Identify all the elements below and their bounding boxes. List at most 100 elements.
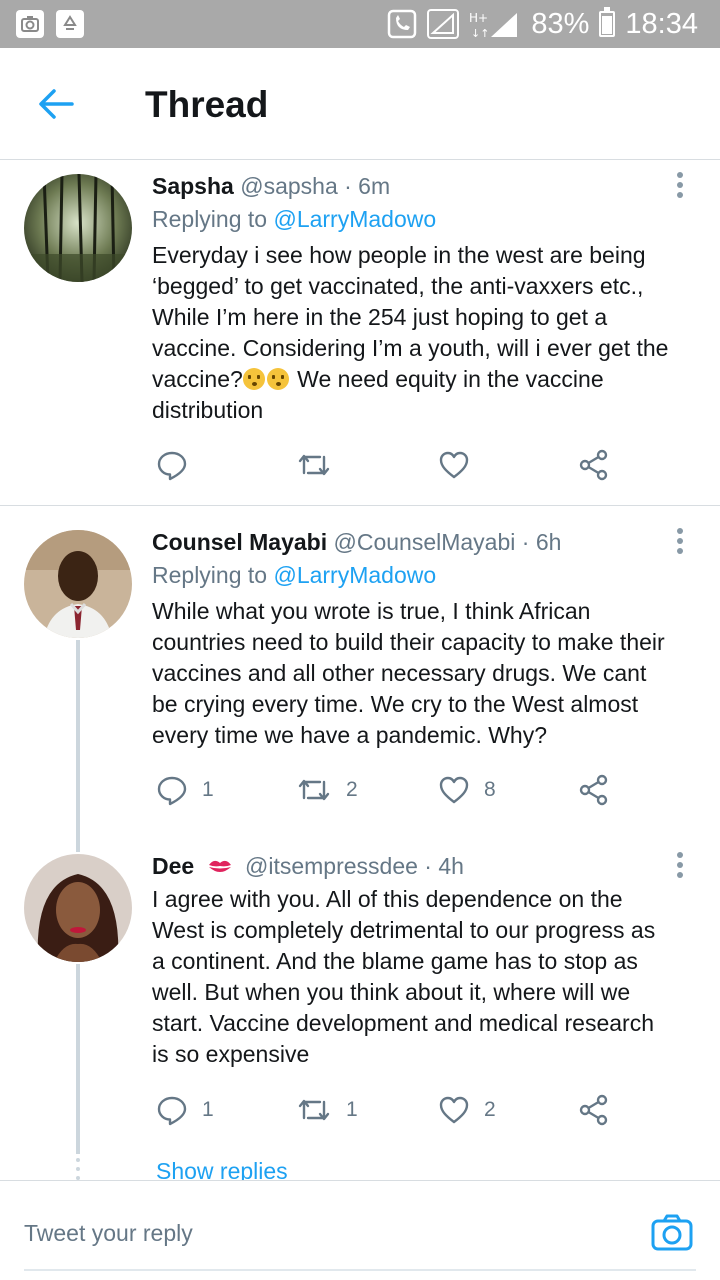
avatar[interactable]	[24, 854, 132, 962]
retweet-button[interactable]: 1	[296, 1090, 358, 1130]
avatar[interactable]	[24, 174, 132, 282]
author-handle[interactable]: @itsempressdee	[245, 853, 418, 879]
retweet-icon	[298, 454, 330, 476]
tweet-actions: 1 1 2	[152, 1090, 632, 1130]
share-icon	[579, 774, 608, 806]
battery-percent: 83%	[531, 7, 590, 40]
tweet-time: · 6h	[521, 529, 562, 555]
reply-button[interactable]: 1	[156, 1090, 214, 1130]
author-handle[interactable]: @CounselMayabi	[334, 529, 516, 555]
kiss-mark-icon	[208, 860, 231, 872]
retweet-icon	[298, 779, 330, 801]
comment-icon	[157, 451, 187, 481]
tweet-text: Everyday i see how people in the west ar…	[152, 240, 702, 426]
reply-button[interactable]	[156, 445, 202, 485]
thread-header: Thread	[0, 48, 720, 160]
replying-to: Replying to @LarryMadowo	[152, 562, 436, 589]
reply-composer	[0, 1180, 720, 1280]
text-fragment: vaccine?	[152, 366, 243, 392]
avatar[interactable]	[24, 530, 132, 638]
hushed-face-emoji-icon	[266, 368, 289, 390]
text-line: be crying every time. We cry to the West…	[152, 691, 639, 717]
share-icon	[579, 1094, 608, 1126]
text-line: While I’m here in the 254 just hoping to…	[152, 304, 608, 330]
tweet-time: · 4h	[424, 853, 464, 879]
tweet[interactable]: Counsel Mayabi @CounselMayabi · 6h Reply…	[0, 516, 720, 836]
like-button[interactable]: 8	[438, 770, 496, 810]
text-fragment: We need equity in the vaccine	[290, 366, 604, 392]
battery-icon	[599, 7, 616, 37]
tweet-actions: 1 2 8	[152, 770, 632, 810]
text-line: vaccine? We need equity in the vaccine	[152, 364, 702, 395]
status-right: H+ ↓↑ 83% 18:34	[387, 6, 698, 42]
text-line: vaccine. Considering I’m a youth, will i…	[152, 335, 669, 361]
text-line: well. But when you think about it, where…	[152, 979, 631, 1005]
retweet-button[interactable]	[296, 445, 346, 485]
tweet-text: I agree with you. All of this dependence…	[152, 884, 702, 1070]
arrow-left-icon	[39, 89, 74, 119]
reply-count: 1	[202, 1098, 214, 1121]
mention-link[interactable]: @LarryMadowo	[273, 206, 436, 232]
author-handle[interactable]: @sapsha	[240, 173, 338, 199]
notification-icons	[16, 10, 84, 38]
like-count: 2	[484, 1098, 496, 1121]
reply-count: 1	[202, 778, 214, 801]
text-line: every time we have a pandemic. Why?	[152, 722, 548, 748]
clock: 18:34	[625, 7, 698, 40]
author-name[interactable]: Sapsha	[152, 173, 234, 199]
replying-label: Replying to	[152, 206, 268, 232]
recycle-notification-icon	[56, 10, 84, 38]
reply-button[interactable]: 1	[156, 770, 214, 810]
retweet-icon	[298, 1099, 330, 1121]
tweet-header: Counsel Mayabi @CounselMayabi · 6h	[152, 529, 660, 556]
like-button[interactable]: 2	[438, 1090, 496, 1130]
text-line: distribution	[152, 397, 264, 423]
text-line: start. Vaccine development and medical r…	[152, 1010, 655, 1036]
text-line: ‘begged’ to get vaccinated, the anti-vax…	[152, 273, 644, 299]
author-name[interactable]: Dee	[152, 853, 194, 879]
more-options-button[interactable]	[676, 172, 684, 200]
status-bar: H+ ↓↑ 83% 18:34	[0, 0, 720, 48]
replying-label: Replying to	[152, 562, 268, 588]
comment-icon	[157, 776, 187, 806]
like-button[interactable]	[438, 445, 484, 485]
tweet-header: Dee @itsempressdee · 4h	[152, 853, 660, 880]
tweet-text: While what you wrote is true, I think Af…	[152, 596, 702, 751]
camera-icon	[651, 1214, 693, 1251]
retweet-count: 1	[346, 1098, 358, 1121]
share-button[interactable]	[578, 770, 610, 810]
camera-button[interactable]	[650, 1211, 694, 1255]
camera-notification-icon	[16, 10, 44, 38]
retweet-button[interactable]: 2	[296, 770, 358, 810]
comment-icon	[157, 1096, 187, 1126]
text-line: countries need to build their capacity t…	[152, 629, 665, 655]
author-name[interactable]: Counsel Mayabi	[152, 529, 327, 555]
back-button[interactable]	[34, 82, 78, 126]
text-line: West is completely detrimental to our pr…	[152, 917, 656, 943]
more-options-button[interactable]	[676, 852, 684, 880]
signal-1-icon	[427, 9, 460, 39]
text-line: Everyday i see how people in the west ar…	[152, 242, 646, 268]
replying-to: Replying to @LarryMadowo	[152, 206, 436, 233]
text-line: vaccines and all other necessary drugs. …	[152, 660, 647, 686]
text-line: is so expensive	[152, 1041, 310, 1067]
tweet-actions	[152, 445, 632, 485]
hplus-signal-icon: H+ ↓↑	[469, 11, 518, 39]
text-line: I agree with you. All of this dependence…	[152, 886, 623, 912]
heart-icon	[439, 1096, 469, 1124]
share-button[interactable]	[578, 445, 610, 485]
svg-text:H+: H+	[469, 11, 488, 25]
tweet-header: Sapsha @sapsha · 6m	[152, 173, 660, 200]
text-line: a continent. And the blame game has to s…	[152, 948, 638, 974]
mention-link[interactable]: @LarryMadowo	[273, 562, 436, 588]
heart-icon	[439, 776, 469, 804]
share-button[interactable]	[578, 1090, 610, 1130]
svg-text:↓↑: ↓↑	[471, 27, 489, 39]
tweet[interactable]: Dee @itsempressdee · 4h I agree with you…	[0, 840, 720, 1140]
tweet[interactable]: Sapsha @sapsha · 6m Replying to @LarryMa…	[0, 160, 720, 505]
more-options-button[interactable]	[676, 528, 684, 556]
tweet-time: · 6m	[344, 173, 391, 199]
reply-input[interactable]	[24, 1213, 584, 1253]
call-icon	[388, 9, 417, 39]
like-count: 8	[484, 778, 496, 801]
